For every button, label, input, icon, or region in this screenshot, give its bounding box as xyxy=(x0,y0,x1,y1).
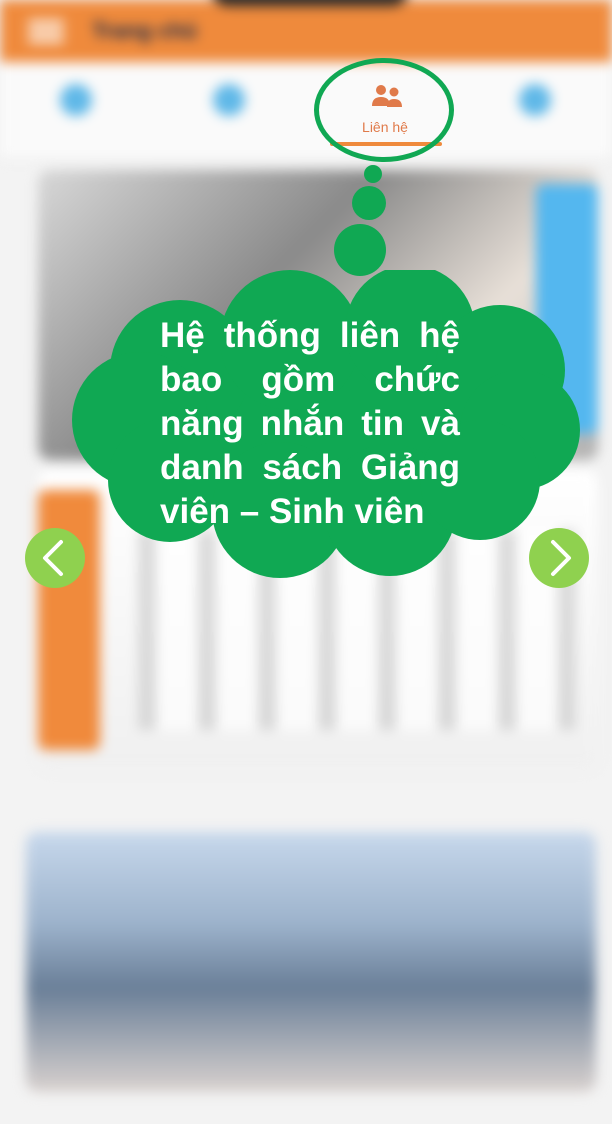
thought-bubble-dot xyxy=(334,224,386,276)
top-bar: Trang chủ xyxy=(0,0,612,62)
app-title: Trang chủ xyxy=(92,18,198,43)
phone-notch xyxy=(212,0,408,6)
app-screen: Trang chủ Liên hệ Hệ thống liên hệ bao g… xyxy=(0,0,612,1124)
tab-1[interactable] xyxy=(0,62,153,158)
menu-icon[interactable] xyxy=(28,16,64,46)
highlight-ring xyxy=(314,58,454,162)
chevron-left-icon xyxy=(43,540,63,576)
next-button[interactable] xyxy=(529,528,589,588)
prev-button[interactable] xyxy=(25,528,85,588)
callout-text: Hệ thống liên hệ bao gồm chức năng nhắn … xyxy=(160,316,460,531)
tab-icon xyxy=(60,84,92,116)
tab-2[interactable] xyxy=(153,62,306,158)
tab-icon xyxy=(213,84,245,116)
thought-bubble-dot xyxy=(364,165,382,183)
thought-bubble-dot xyxy=(352,186,386,220)
news-card[interactable] xyxy=(26,832,596,1092)
tab-icon xyxy=(519,84,551,116)
tab-4[interactable] xyxy=(459,62,612,158)
chevron-right-icon xyxy=(551,540,571,576)
tab-bar xyxy=(0,62,612,159)
